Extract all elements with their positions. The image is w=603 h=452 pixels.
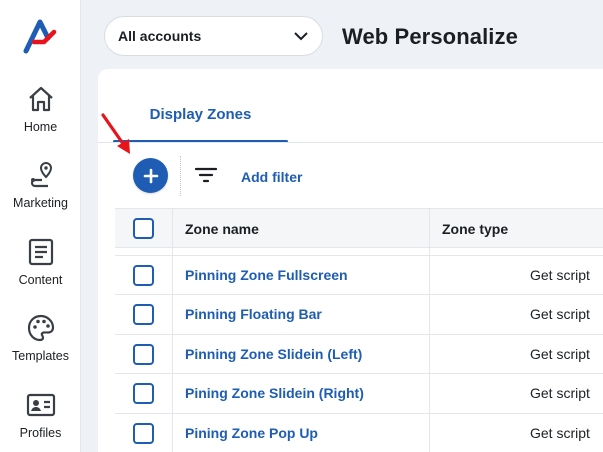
account-select[interactable]: All accounts bbox=[104, 16, 323, 56]
zone-name-link[interactable]: Pinning Zone Fullscreen bbox=[185, 256, 348, 295]
sidebar-item-marketing[interactable]: Marketing bbox=[0, 160, 81, 210]
plus-icon bbox=[143, 168, 158, 183]
sidebar-item-profiles[interactable]: Profiles bbox=[0, 390, 81, 440]
zone-name-link[interactable]: Pinning Floating Bar bbox=[185, 295, 322, 334]
route-pin-icon bbox=[30, 161, 52, 188]
column-header-zone-name[interactable]: Zone name bbox=[185, 209, 259, 249]
sidebar-item-label: Marketing bbox=[13, 196, 68, 210]
select-all-checkbox[interactable] bbox=[133, 218, 154, 239]
table-header: Zone name Zone type bbox=[115, 208, 603, 248]
zone-name-link[interactable]: Pining Zone Pop Up bbox=[185, 414, 318, 452]
row-checkbox[interactable] bbox=[133, 265, 154, 286]
get-script-link[interactable]: Get script bbox=[530, 256, 590, 295]
column-header-zone-type[interactable]: Zone type bbox=[442, 209, 508, 249]
tab-label: Display Zones bbox=[149, 106, 252, 123]
get-script-link[interactable]: Get script bbox=[530, 414, 590, 452]
row-checkbox[interactable] bbox=[133, 422, 154, 444]
account-select-value: All accounts bbox=[118, 28, 202, 44]
tab-divider bbox=[98, 142, 603, 143]
filter-lines-icon[interactable] bbox=[195, 166, 217, 184]
page-title: Web Personalize bbox=[342, 24, 518, 49]
sidebar: Home Marketing Content Templates Profile… bbox=[0, 0, 81, 452]
sidebar-item-templates[interactable]: Templates bbox=[0, 313, 81, 363]
table-row: Pinning Zone Fullscreen Get script bbox=[115, 256, 603, 296]
sidebar-item-home[interactable]: Home bbox=[0, 84, 81, 134]
main-card: Display Zones Add filter Zone name Zone … bbox=[98, 69, 603, 452]
sidebar-item-content[interactable]: Content bbox=[0, 237, 81, 287]
get-script-link[interactable]: Get script bbox=[530, 374, 590, 413]
sidebar-item-label: Profiles bbox=[19, 426, 62, 440]
sidebar-item-label: Content bbox=[18, 273, 63, 287]
zone-name-link[interactable]: Pinning Zone Slidein (Left) bbox=[185, 335, 362, 374]
annotation-arrow-icon bbox=[101, 113, 130, 154]
table-row: Pinning Floating Bar Get script bbox=[115, 295, 603, 335]
palette-icon bbox=[27, 314, 54, 342]
row-checkbox[interactable] bbox=[133, 343, 154, 365]
toolbar-divider bbox=[180, 156, 181, 196]
add-filter-button[interactable]: Add filter bbox=[241, 169, 302, 185]
id-card-icon bbox=[26, 393, 55, 417]
chevron-down-icon bbox=[294, 32, 308, 41]
row-checkbox[interactable] bbox=[133, 383, 154, 405]
tab-display-zones[interactable]: Display Zones bbox=[113, 95, 288, 143]
table-row: Pining Zone Pop Up Get script bbox=[115, 413, 603, 452]
table-row: Pining Zone Slidein (Right) Get script bbox=[115, 374, 603, 414]
table-row: Pinning Zone Slidein (Left) Get script bbox=[115, 334, 603, 375]
document-icon bbox=[28, 238, 53, 266]
get-script-link[interactable]: Get script bbox=[530, 335, 590, 374]
sidebar-item-label: Home bbox=[23, 120, 58, 134]
add-zone-button[interactable] bbox=[133, 158, 168, 193]
sidebar-item-label: Templates bbox=[12, 349, 69, 363]
row-checkbox[interactable] bbox=[133, 304, 154, 326]
get-script-link[interactable]: Get script bbox=[530, 295, 590, 334]
zones-table: Zone name Zone type Pinning Zone Fullscr… bbox=[115, 208, 603, 452]
home-icon bbox=[28, 86, 53, 112]
zone-name-link[interactable]: Pining Zone Slidein (Right) bbox=[185, 374, 364, 413]
brand-logo[interactable] bbox=[22, 18, 58, 54]
